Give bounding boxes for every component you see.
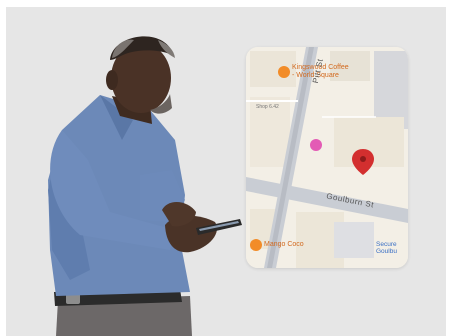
shopping-bag-icon[interactable]: [310, 139, 322, 151]
scene: Kingswood Coffee - World Square Shop 6.4…: [0, 0, 452, 336]
food-icon[interactable]: [250, 239, 262, 251]
business-line1: Secure: [376, 241, 397, 248]
business-line2: Goulbu: [376, 248, 397, 255]
lane-label: Shop 6.42: [256, 104, 279, 110]
poi-mango-coco-label: Mango Coco: [264, 241, 304, 248]
map-card[interactable]: Kingswood Coffee - World Square Shop 6.4…: [246, 47, 408, 268]
business-label: Secure Goulbu: [376, 241, 397, 255]
coffee-cup-icon[interactable]: [278, 66, 290, 78]
map-canvas[interactable]: [246, 47, 408, 268]
